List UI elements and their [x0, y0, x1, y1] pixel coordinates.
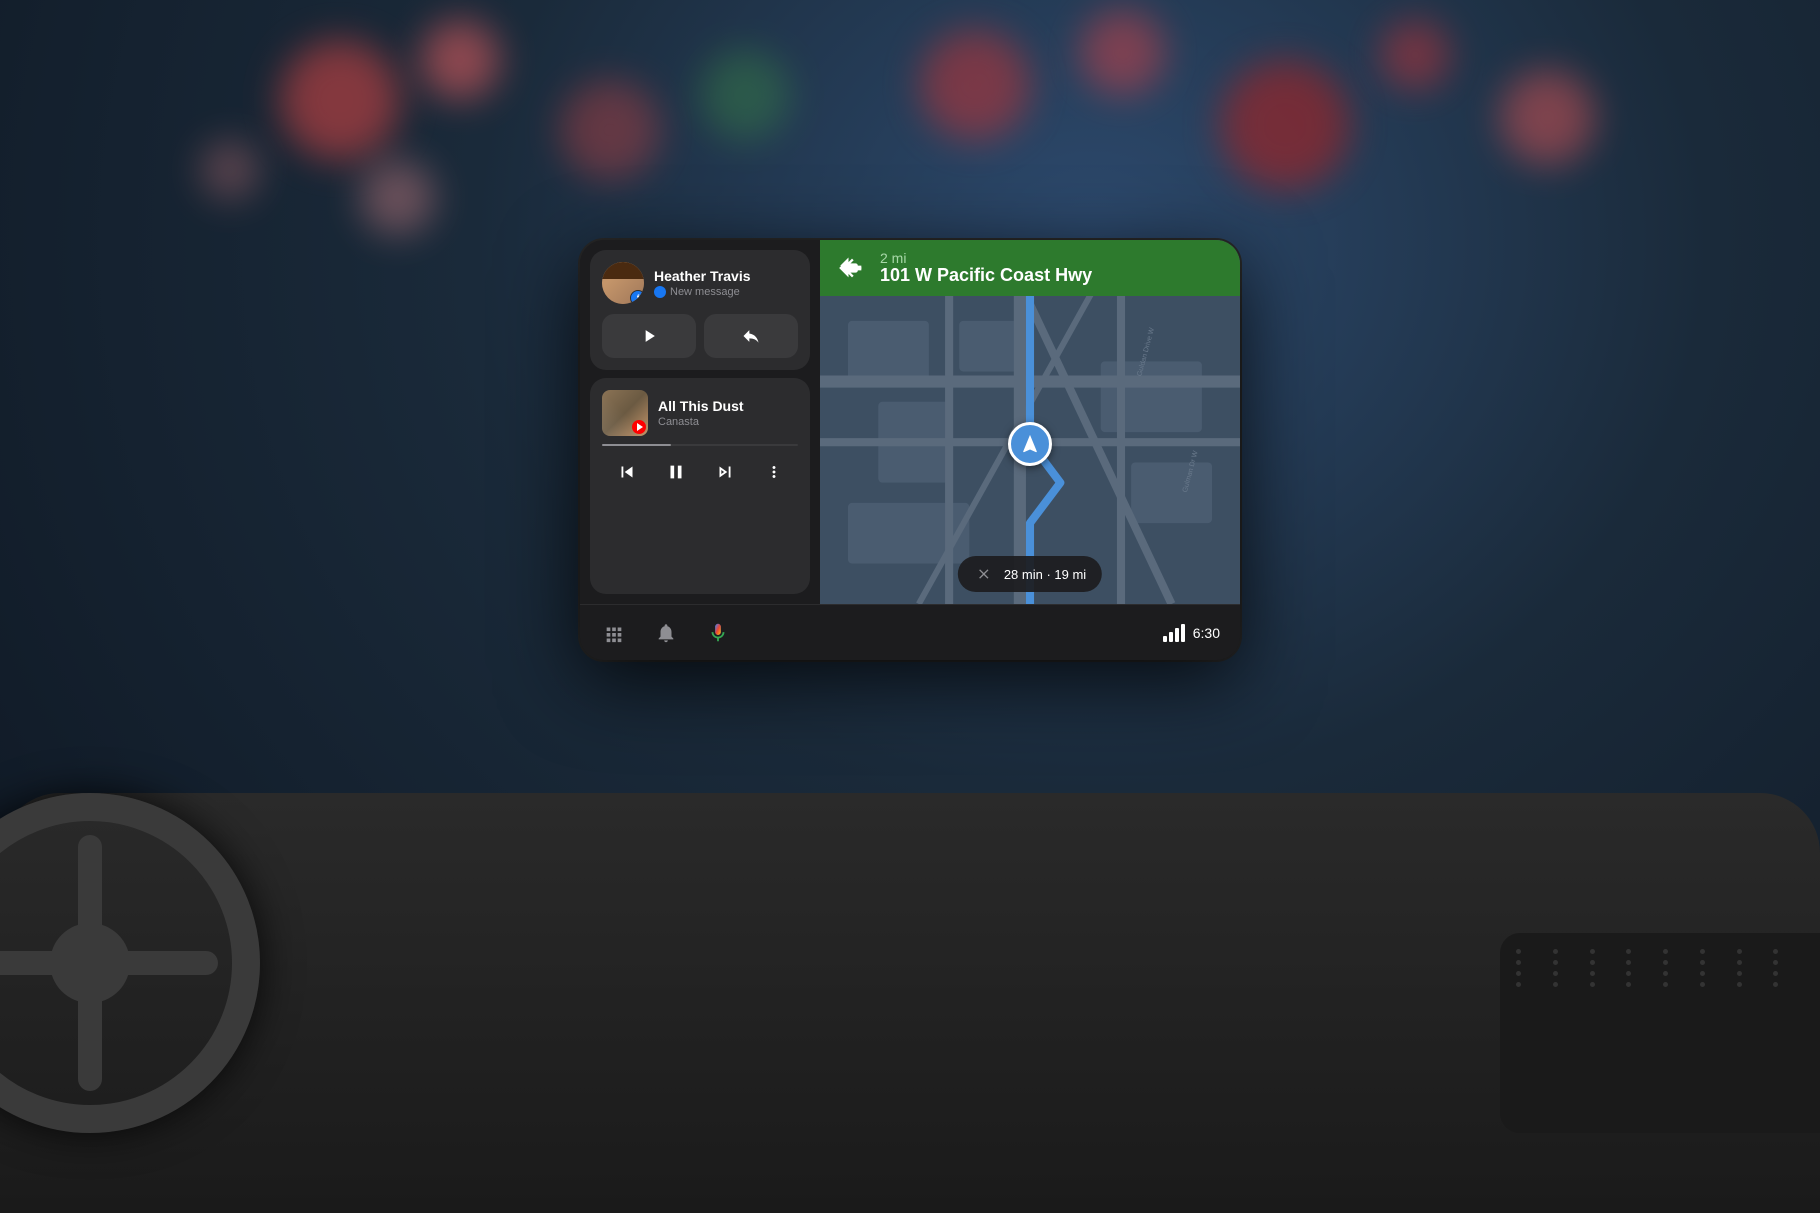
artist-name: Canasta	[658, 416, 798, 428]
bottom-right-status: 6:30	[1163, 624, 1220, 642]
car-dot	[1008, 422, 1052, 466]
music-info: All This Dust Canasta	[658, 398, 798, 429]
bell-button[interactable]	[652, 619, 680, 647]
close-eta-button[interactable]	[974, 564, 994, 584]
steering-wheel	[0, 793, 260, 1133]
eta-text: 28 min · 19 mi	[1004, 567, 1086, 582]
prev-button[interactable]	[609, 454, 645, 490]
mic-button[interactable]	[704, 619, 732, 647]
left-panel: f Heather Travis New message	[580, 240, 820, 604]
eta-badge: 28 min · 19 mi	[958, 556, 1102, 592]
bottom-left-icons	[600, 619, 732, 647]
nav-road-name: 101 W Pacific Coast Hwy	[880, 266, 1224, 286]
signal-bar-3	[1175, 628, 1179, 642]
contact-name: Heather Travis	[654, 268, 798, 285]
car-position	[1008, 422, 1052, 466]
progress-bar	[602, 444, 798, 446]
signal-bar-4	[1181, 624, 1185, 642]
signal-bars	[1163, 624, 1185, 642]
avatar: f	[602, 262, 644, 304]
nav-distance: 2 mi	[880, 250, 1224, 266]
messenger-badge: f	[630, 290, 644, 304]
song-title: All This Dust	[658, 398, 798, 415]
speaker-right	[1500, 933, 1820, 1133]
message-info: Heather Travis New message	[654, 268, 798, 299]
nav-info: 2 mi 101 W Pacific Coast Hwy	[880, 250, 1224, 286]
message-type-icon	[654, 286, 666, 298]
play-message-button[interactable]	[602, 314, 696, 358]
signal-bar-2	[1169, 632, 1173, 642]
turn-arrow-icon	[836, 252, 868, 284]
next-button[interactable]	[707, 454, 743, 490]
music-card: All This Dust Canasta	[590, 378, 810, 594]
album-art	[602, 390, 648, 436]
more-options-button[interactable]	[756, 454, 792, 490]
music-controls	[602, 454, 798, 490]
android-auto-display: f Heather Travis New message	[580, 240, 1240, 660]
message-subtitle: New message	[654, 286, 798, 298]
signal-bar-1	[1163, 636, 1167, 642]
message-actions	[602, 314, 798, 358]
pause-button[interactable]	[658, 454, 694, 490]
message-card: f Heather Travis New message	[590, 250, 810, 370]
reply-message-button[interactable]	[704, 314, 798, 358]
nav-header: 2 mi 101 W Pacific Coast Hwy	[820, 240, 1240, 296]
clock: 6:30	[1193, 625, 1220, 641]
grid-button[interactable]	[600, 619, 628, 647]
map-panel: Guldan Drive W Gulman Dr W 2 mi	[820, 240, 1240, 604]
progress-fill	[602, 444, 671, 446]
yt-music-badge	[632, 420, 646, 434]
steering-wheel-area	[0, 513, 380, 1213]
bottom-bar: 6:30	[580, 604, 1240, 660]
